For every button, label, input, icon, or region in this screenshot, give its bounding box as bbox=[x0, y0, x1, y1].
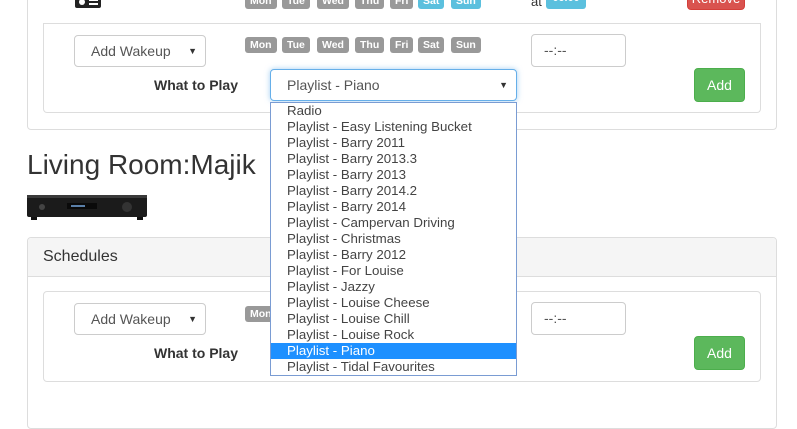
dropdown-option[interactable]: Playlist - For Louise bbox=[271, 263, 516, 279]
what-to-play-select[interactable]: Playlist - Piano ▼ bbox=[270, 69, 517, 101]
add-button[interactable]: Add bbox=[694, 68, 745, 102]
schedules-title: Schedules bbox=[43, 248, 118, 265]
what-to-play-label-2: What to Play bbox=[154, 345, 239, 361]
dropdown-option[interactable]: Playlist - Barry 2014 bbox=[271, 199, 516, 215]
dropdown-option[interactable]: Playlist - Jazzy bbox=[271, 279, 516, 295]
dropdown-option[interactable]: Radio bbox=[271, 103, 516, 119]
chevron-down-icon: ▼ bbox=[499, 80, 508, 90]
dropdown-option[interactable]: Playlist - Louise Rock bbox=[271, 327, 516, 343]
day-toggle-wed[interactable]: Wed bbox=[317, 37, 349, 53]
day-toggle-fri[interactable]: Fri bbox=[390, 37, 414, 53]
day-toggle-thu[interactable]: Thu bbox=[355, 37, 385, 53]
add-wakeup-select[interactable]: Add Wakeup ▼ bbox=[74, 35, 206, 67]
at-label: at bbox=[531, 0, 542, 9]
schedule-day-wed: Wed bbox=[317, 0, 349, 9]
schedule-day-sun: Sun bbox=[451, 0, 481, 9]
day-toggle-mon[interactable]: Mon bbox=[245, 37, 277, 53]
top-device-icon bbox=[74, 0, 102, 10]
schedule-day-sat: Sat bbox=[418, 0, 445, 9]
chevron-down-icon: ▼ bbox=[188, 46, 197, 56]
what-to-play-label: What to Play bbox=[154, 77, 239, 93]
schedule-day-mon: Mon bbox=[245, 0, 277, 9]
schedule-day-fri: Fri bbox=[390, 0, 414, 9]
what-to-play-value: Playlist - Piano bbox=[287, 77, 380, 93]
add-wakeup-select-2[interactable]: Add Wakeup ▼ bbox=[74, 303, 206, 335]
playlist-dropdown-list[interactable]: Radio Playlist - Easy Listening Bucket Pla… bbox=[270, 102, 517, 376]
add-button-2[interactable]: Add bbox=[694, 336, 745, 370]
schedule-time-badge: 06:00 bbox=[546, 0, 586, 9]
chevron-down-icon: ▼ bbox=[188, 314, 197, 324]
dropdown-option[interactable]: Playlist - Barry 2013.3 bbox=[271, 151, 516, 167]
dropdown-option[interactable]: Playlist - Barry 2012 bbox=[271, 247, 516, 263]
time-input-2[interactable]: --:-- bbox=[531, 302, 626, 335]
schedule-day-thu: Thu bbox=[355, 0, 385, 9]
dropdown-option[interactable]: Playlist - Louise Chill bbox=[271, 311, 516, 327]
time-input[interactable]: --:-- bbox=[531, 34, 626, 67]
schedule-day-tue: Tue bbox=[282, 0, 310, 9]
dropdown-option[interactable]: Playlist - Tidal Favourites bbox=[271, 359, 516, 375]
dropdown-option[interactable]: Playlist - Barry 2014.2 bbox=[271, 183, 516, 199]
add-wakeup-value-2: Add Wakeup bbox=[91, 311, 171, 327]
dropdown-option[interactable]: Playlist - Piano bbox=[271, 343, 516, 359]
remove-button[interactable]: Remove bbox=[687, 0, 745, 10]
day-toggle-tue[interactable]: Tue bbox=[282, 37, 310, 53]
dropdown-option[interactable]: Playlist - Campervan Driving bbox=[271, 215, 516, 231]
add-wakeup-value: Add Wakeup bbox=[91, 43, 171, 59]
day-toggle-sat[interactable]: Sat bbox=[418, 37, 445, 53]
dropdown-option[interactable]: Playlist - Barry 2013 bbox=[271, 167, 516, 183]
amplifier-device-image bbox=[27, 193, 147, 220]
dropdown-option[interactable]: Playlist - Easy Listening Bucket bbox=[271, 119, 516, 135]
dropdown-option[interactable]: Playlist - Louise Cheese bbox=[271, 295, 516, 311]
dropdown-option[interactable]: Playlist - Christmas bbox=[271, 231, 516, 247]
dropdown-option[interactable]: Playlist - Barry 2011 bbox=[271, 135, 516, 151]
day-toggle-sun[interactable]: Sun bbox=[451, 37, 481, 53]
room-title: Living Room:Majik bbox=[27, 149, 256, 180]
